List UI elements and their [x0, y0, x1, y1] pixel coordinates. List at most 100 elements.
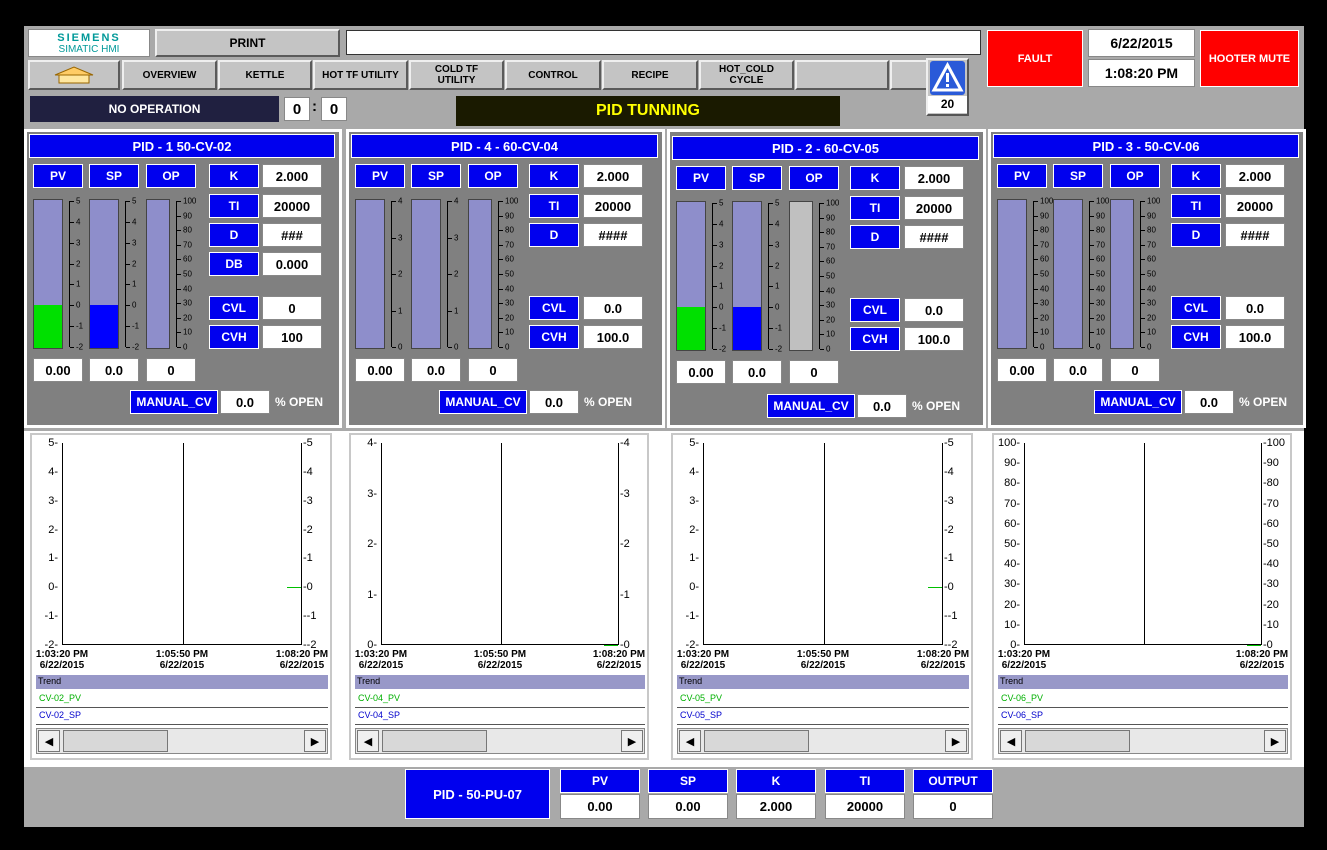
- bottom-k-value[interactable]: 2.000: [736, 794, 816, 819]
- cvh-value[interactable]: 100: [262, 325, 322, 349]
- trend-x-label: 1:05:50 PM 6/22/2015: [473, 649, 527, 671]
- trend-legend-sp[interactable]: CV-04_SP: [355, 708, 645, 725]
- k-value[interactable]: 2.000: [583, 164, 643, 188]
- d-value[interactable]: ###: [262, 223, 322, 247]
- trend-scrollbar[interactable]: ◀ ▶: [998, 728, 1288, 754]
- pv-value: 0.00: [33, 358, 83, 382]
- sp-scale-tick: [769, 349, 773, 350]
- message-bar: [346, 30, 981, 55]
- scroll-left-button[interactable]: ◀: [679, 730, 701, 752]
- manual-cv-value[interactable]: 0.0: [1184, 390, 1234, 414]
- cvh-value[interactable]: 100.0: [1225, 325, 1285, 349]
- op-scale-tick-label: 80: [505, 225, 514, 235]
- trend-scrollbar[interactable]: ◀ ▶: [677, 728, 969, 754]
- trend-legend-sp[interactable]: CV-06_SP: [998, 708, 1288, 725]
- nav-cold-tf-utility[interactable]: COLD TF UTILITY: [409, 60, 504, 90]
- cvh-value[interactable]: 100.0: [904, 327, 964, 351]
- nav-hot-tf-utility[interactable]: HOT TF UTILITY: [313, 60, 408, 90]
- pv-label: PV: [33, 164, 83, 188]
- trend-scrollbar[interactable]: ◀ ▶: [36, 728, 328, 754]
- scroll-right-button[interactable]: ▶: [304, 730, 326, 752]
- db-value[interactable]: 0.000: [262, 252, 322, 276]
- k-value[interactable]: 2.000: [262, 164, 322, 188]
- trend-y-right-label: -100: [1263, 437, 1286, 449]
- scroll-thumb[interactable]: [382, 730, 487, 752]
- cvl-value[interactable]: 0.0: [583, 296, 643, 320]
- ti-value[interactable]: 20000: [904, 196, 964, 220]
- nav-control[interactable]: CONTROL: [505, 60, 601, 90]
- op-scale-tick-label: 100: [826, 198, 840, 208]
- scroll-left-button[interactable]: ◀: [357, 730, 379, 752]
- trend-panel: 5- -5 4- -4 3- -3 2- -2 1- -1 0- -0 -1- --1 -2- --2 1:03…: [671, 433, 973, 760]
- k-value[interactable]: 2.000: [904, 166, 964, 190]
- trend-legend-pv[interactable]: CV-02_PV: [36, 691, 328, 708]
- d-value[interactable]: ####: [583, 223, 643, 247]
- nav-kettle[interactable]: KETTLE: [218, 60, 312, 90]
- op-scale-tick: [177, 347, 181, 348]
- print-button[interactable]: PRINT: [155, 29, 340, 57]
- trend-cursor-line: [1144, 443, 1145, 644]
- counter-a: 0: [284, 97, 310, 121]
- trend-scrollbar[interactable]: ◀ ▶: [355, 728, 645, 754]
- cvh-value[interactable]: 100.0: [583, 325, 643, 349]
- fault-indicator[interactable]: FAULT: [987, 30, 1083, 87]
- cvl-value[interactable]: 0.0: [904, 298, 964, 322]
- k-label: K: [209, 164, 259, 188]
- nav-overview[interactable]: OVERVIEW: [122, 60, 217, 90]
- scroll-right-button[interactable]: ▶: [1264, 730, 1286, 752]
- page-title: PID TUNNING: [456, 96, 840, 126]
- pid-panel: PID - 3 - 50-CV-06 PV SP OP 100 90 80 70 60 50 40 3…: [988, 129, 1306, 428]
- alarm-button[interactable]: 20: [926, 58, 969, 116]
- op-label: OP: [468, 164, 518, 188]
- scroll-right-button[interactable]: ▶: [621, 730, 643, 752]
- scroll-thumb[interactable]: [1025, 730, 1130, 752]
- nav-blank-1[interactable]: [795, 60, 889, 90]
- pv-label: PV: [355, 164, 405, 188]
- pv-scale-tick-label: 3: [719, 240, 724, 250]
- manual-cv-value[interactable]: 0.0: [220, 390, 270, 414]
- sp-scale-tick: [1090, 317, 1094, 319]
- bottom-ti-value[interactable]: 20000: [825, 794, 905, 819]
- trend-y-right-label: --1: [944, 610, 958, 623]
- d-value[interactable]: ####: [1225, 223, 1285, 247]
- scroll-thumb[interactable]: [63, 730, 168, 752]
- manual-cv-value[interactable]: 0.0: [857, 394, 907, 418]
- nav-hot-cold-cycle[interactable]: HOT_COLD CYCLE: [699, 60, 794, 90]
- trend-legend-pv[interactable]: CV-05_PV: [677, 691, 969, 708]
- ti-value[interactable]: 20000: [583, 194, 643, 218]
- hooter-mute-button[interactable]: HOOTER MUTE: [1200, 30, 1299, 87]
- home-button[interactable]: [28, 60, 120, 90]
- d-value[interactable]: ####: [904, 225, 964, 249]
- op-scale-tick: [499, 303, 503, 305]
- scroll-left-button[interactable]: ◀: [38, 730, 60, 752]
- trend-y-left-label: -1-: [44, 610, 58, 623]
- op-scale-tick: [820, 246, 824, 248]
- ti-value[interactable]: 20000: [262, 194, 322, 218]
- trend-y-right-label: -0: [303, 581, 313, 594]
- op-value: 0: [789, 360, 839, 384]
- sp-scale-tick: [126, 263, 130, 265]
- scroll-thumb[interactable]: [704, 730, 809, 752]
- counter-separator: :: [312, 98, 317, 115]
- cvl-value[interactable]: 0.0: [1225, 296, 1285, 320]
- trend-legend-sp[interactable]: CV-02_SP: [36, 708, 328, 725]
- manual-cv-value[interactable]: 0.0: [529, 390, 579, 414]
- sp-value: 0.0: [411, 358, 461, 382]
- trend-legend-pv[interactable]: CV-04_PV: [355, 691, 645, 708]
- cvl-value[interactable]: 0: [262, 296, 322, 320]
- trend-legend-pv[interactable]: CV-06_PV: [998, 691, 1288, 708]
- nav-recipe[interactable]: RECIPE: [602, 60, 698, 90]
- op-scale-tick: [499, 317, 503, 319]
- op-scale-tick-label: 90: [183, 211, 192, 221]
- trend-x-label: 1:08:20 PM 6/22/2015: [275, 649, 329, 671]
- scroll-left-button[interactable]: ◀: [1000, 730, 1022, 752]
- trend-y-left-label: 2-: [367, 538, 377, 550]
- ti-value[interactable]: 20000: [1225, 194, 1285, 218]
- sp-scale-tick: [1090, 274, 1094, 275]
- scroll-right-button[interactable]: ▶: [945, 730, 967, 752]
- percent-open-label: % OPEN: [584, 395, 633, 409]
- trend-legend-sp[interactable]: CV-05_SP: [677, 708, 969, 725]
- k-value[interactable]: 2.000: [1225, 164, 1285, 188]
- sp-scale-tick: [448, 310, 452, 312]
- operation-status: NO OPERATION: [30, 96, 279, 122]
